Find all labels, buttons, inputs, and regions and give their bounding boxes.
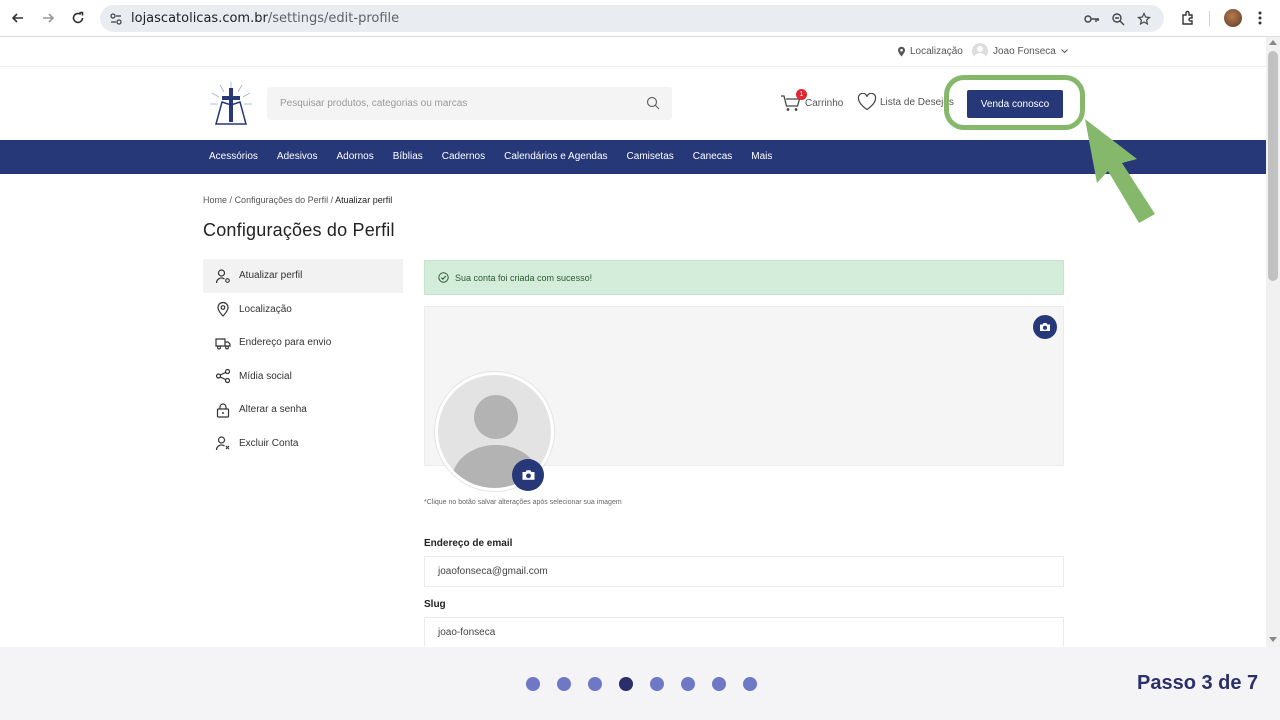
slug-field[interactable]: joao-fonseca <box>424 617 1064 647</box>
divider <box>1209 11 1210 26</box>
step-indicator: Passo 3 de 7 <box>1137 672 1259 694</box>
top-bar: Localização Joao Fonseca <box>0 37 1266 67</box>
sidebar-item-shipping-address[interactable]: Endereço para envio <box>203 326 403 360</box>
forward-icon[interactable] <box>38 8 58 28</box>
image-hint-text: *Clique no botão salvar alterações após … <box>424 499 622 506</box>
progress-dot[interactable] <box>712 677 726 691</box>
user-name: Joao Fonseca <box>993 45 1056 57</box>
progress-dot[interactable] <box>526 677 540 691</box>
site-settings-icon[interactable] <box>108 11 124 27</box>
category-item[interactable]: Canecas <box>693 151 732 162</box>
scroll-up-icon[interactable] <box>1269 40 1277 45</box>
page-viewport: Localização Joao Fonseca Pesquisar produ… <box>0 37 1280 647</box>
search-bar <box>267 87 672 120</box>
user-avatar <box>972 43 988 59</box>
check-circle-icon <box>438 272 449 283</box>
cart-link[interactable]: 1 Carrinho <box>780 89 844 112</box>
tutorial-arrow-icon <box>1085 119 1155 223</box>
category-list: Acessórios Adesivos Adornos Bíblias Cadernos… <box>209 151 791 162</box>
category-item[interactable]: Bíblias <box>393 151 423 162</box>
progress-dot-active[interactable] <box>619 677 633 691</box>
category-item[interactable]: Adesivos <box>277 151 318 162</box>
progress-dots <box>526 677 757 691</box>
sidebar-item-update-profile[interactable]: Atualizar perfil <box>203 259 403 293</box>
zoom-icon[interactable] <box>1110 11 1126 27</box>
password-key-icon[interactable] <box>1084 11 1100 27</box>
chevron-down-icon <box>1060 48 1068 53</box>
location-link[interactable]: Localização <box>897 46 963 57</box>
browser-toolbar: lojascatolicas.com.br/settings/edit-prof… <box>0 0 1280 37</box>
truck-icon <box>215 338 231 350</box>
alert-text: Sua conta foi criada com sucesso! <box>455 272 593 283</box>
heart-icon <box>857 93 877 111</box>
extensions-icon[interactable] <box>1178 8 1198 28</box>
breadcrumb-separator: / <box>330 195 334 205</box>
page-title: Configurações do Perfil <box>203 220 395 240</box>
breadcrumb: Home / Configurações do Perfil / Atualiz… <box>203 195 392 205</box>
share-icon <box>215 369 231 384</box>
location-pin-icon <box>898 46 905 57</box>
progress-dot[interactable] <box>650 677 664 691</box>
sidebar-item-label: Excluir Conta <box>239 437 299 449</box>
settings-sidebar: Atualizar perfil Localização Endereço pa… <box>203 259 403 460</box>
url-text: lojascatolicas.com.br/settings/edit-prof… <box>131 11 400 26</box>
tutorial-footer: Passo 3 de 7 <box>0 647 1280 720</box>
camera-icon <box>1040 323 1050 331</box>
sidebar-item-label: Endereço para envio <box>239 337 332 349</box>
avatar-camera-button[interactable] <box>512 459 544 491</box>
category-item[interactable]: Calendários e Agendas <box>504 151 607 162</box>
bookmark-star-icon[interactable] <box>1136 11 1152 27</box>
menu-dots-icon[interactable] <box>1250 8 1270 28</box>
location-label: Localização <box>910 46 963 57</box>
sidebar-item-label: Alterar a senha <box>239 404 307 416</box>
scroll-down-icon[interactable] <box>1269 637 1277 642</box>
progress-dot[interactable] <box>588 677 602 691</box>
user-menu[interactable]: Joao Fonseca <box>972 43 1068 59</box>
success-alert: Sua conta foi criada com sucesso! <box>424 260 1064 295</box>
cart-count-badge: 1 <box>796 89 807 100</box>
wishlist-link[interactable]: Lista de Desejos <box>857 93 954 111</box>
sidebar-item-change-password[interactable]: Alterar a senha <box>203 393 403 427</box>
breadcrumb-current: Atualizar perfil <box>335 195 393 205</box>
progress-dot[interactable] <box>743 677 757 691</box>
page-scrollbar[interactable] <box>1266 37 1280 647</box>
lock-icon <box>216 403 230 418</box>
category-item[interactable]: Adornos <box>336 151 373 162</box>
scroll-thumb[interactable] <box>1268 51 1278 281</box>
tutorial-highlight-ring <box>944 75 1085 130</box>
category-item[interactable]: Acessórios <box>209 151 258 162</box>
wishlist-label: Lista de Desejos <box>880 96 954 108</box>
back-icon[interactable] <box>8 8 28 28</box>
cart-label: Carrinho <box>805 97 844 109</box>
search-input[interactable] <box>267 87 627 120</box>
user-gear-icon <box>215 269 230 283</box>
breadcrumb-section[interactable]: Configurações do Perfil <box>235 195 329 205</box>
reload-icon[interactable] <box>68 8 88 28</box>
location-pin-icon <box>217 302 229 318</box>
sidebar-item-label: Localização <box>239 303 292 315</box>
sidebar-item-delete-account[interactable]: Excluir Conta <box>203 427 403 461</box>
profile-avatar[interactable] <box>1224 9 1242 27</box>
search-icon[interactable] <box>646 96 660 110</box>
email-label: Endereço de email <box>424 538 513 549</box>
site-logo[interactable] <box>208 80 254 128</box>
breadcrumb-home[interactable]: Home <box>203 195 227 205</box>
user-remove-icon <box>215 436 230 451</box>
address-bar[interactable]: lojascatolicas.com.br/settings/edit-prof… <box>100 5 1164 32</box>
slug-label: Slug <box>424 599 446 610</box>
cover-camera-button[interactable] <box>1033 315 1057 339</box>
sidebar-item-location[interactable]: Localização <box>203 293 403 327</box>
breadcrumb-separator: / <box>229 195 233 205</box>
category-item[interactable]: Camisetas <box>627 151 674 162</box>
email-field[interactable]: joaofonseca@gmail.com <box>424 556 1064 587</box>
camera-icon <box>522 470 534 480</box>
category-item[interactable]: Mais <box>751 151 772 162</box>
sidebar-item-label: Atualizar perfil <box>239 270 303 282</box>
sidebar-item-label: Mídia social <box>239 370 292 382</box>
progress-dot[interactable] <box>557 677 571 691</box>
progress-dot[interactable] <box>681 677 695 691</box>
category-item[interactable]: Cadernos <box>442 151 485 162</box>
sidebar-item-social-media[interactable]: Mídia social <box>203 360 403 394</box>
